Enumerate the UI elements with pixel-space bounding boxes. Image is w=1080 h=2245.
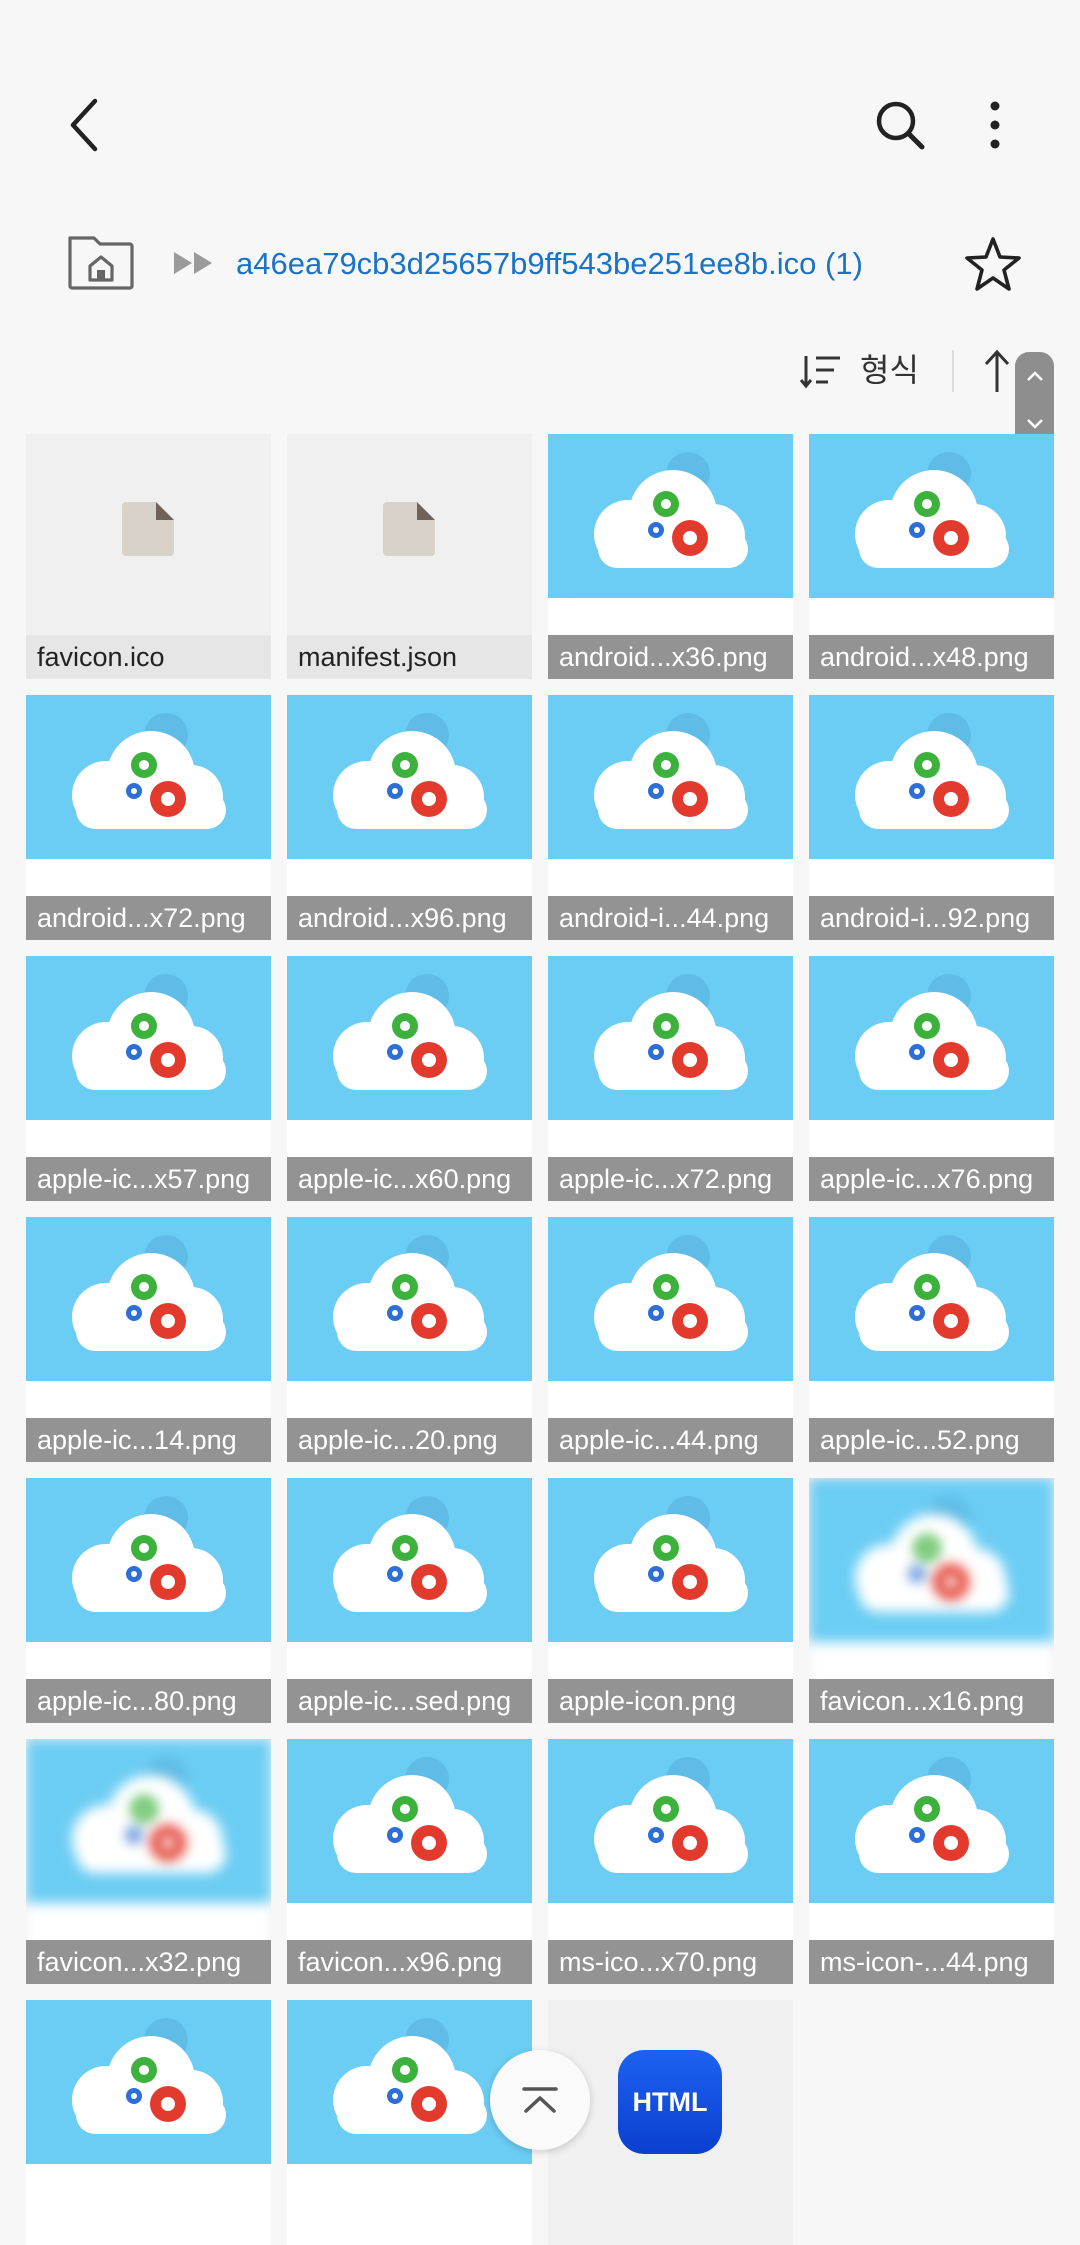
back-arrow-icon bbox=[70, 98, 98, 152]
file-name: apple-ic...52.png bbox=[809, 1418, 1054, 1462]
file-name: apple-ic...x72.png bbox=[548, 1157, 793, 1201]
file-name: apple-ic...44.png bbox=[548, 1418, 793, 1462]
file-grid: favicon.ico manifest.json android...x36.pn… bbox=[26, 434, 1056, 2245]
file-name: favicon...x16.png bbox=[809, 1679, 1054, 1723]
sort-button[interactable] bbox=[799, 352, 842, 390]
file-tile[interactable]: favicon...x32.png bbox=[26, 1739, 271, 1984]
file-icon bbox=[383, 502, 435, 556]
file-name: favicon...x32.png bbox=[26, 1940, 271, 1984]
file-name: apple-ic...80.png bbox=[26, 1679, 271, 1723]
file-name: favicon...x96.png bbox=[287, 1940, 532, 1984]
current-path[interactable]: a46ea79cb3d25657b9ff543be251ee8b.ico (1) bbox=[236, 242, 936, 286]
more-options-button[interactable] bbox=[960, 90, 1030, 160]
file-name: apple-ic...14.png bbox=[26, 1418, 271, 1462]
favorite-button[interactable] bbox=[962, 234, 1024, 296]
home-button[interactable] bbox=[66, 232, 136, 292]
file-tile[interactable]: android...x36.png bbox=[548, 434, 793, 679]
file-tile[interactable] bbox=[26, 2000, 271, 2245]
divider bbox=[952, 350, 954, 392]
file-tile[interactable]: apple-ic...x60.png bbox=[287, 956, 532, 1201]
file-name: android...x72.png bbox=[26, 896, 271, 940]
file-tile[interactable]: apple-ic...52.png bbox=[809, 1217, 1054, 1462]
file-tile[interactable]: android-i...92.png bbox=[809, 695, 1054, 940]
arrow-up-icon bbox=[984, 349, 1010, 392]
scroll-to-top-icon bbox=[522, 2087, 558, 2113]
chevron-down-icon bbox=[1026, 419, 1043, 429]
file-tile[interactable]: apple-ic...x76.png bbox=[809, 956, 1054, 1201]
file-name: manifest.json bbox=[287, 635, 532, 679]
file-tile[interactable]: apple-ic...x72.png bbox=[548, 956, 793, 1201]
file-tile[interactable]: apple-ic...80.png bbox=[26, 1478, 271, 1723]
file-name: android-i...44.png bbox=[548, 896, 793, 940]
file-name: android...x96.png bbox=[287, 896, 532, 940]
file-tile[interactable]: favicon...x96.png bbox=[287, 1739, 532, 1984]
file-name: ms-icon-...44.png bbox=[809, 1940, 1054, 1984]
file-name: apple-ic...20.png bbox=[287, 1418, 532, 1462]
search-button[interactable] bbox=[860, 90, 940, 160]
file-tile[interactable]: ms-icon-...44.png bbox=[809, 1739, 1054, 1984]
scroll-to-top-button[interactable] bbox=[490, 2050, 590, 2150]
file-tile[interactable]: apple-ic...14.png bbox=[26, 1217, 271, 1462]
double-chevron-right-icon bbox=[174, 252, 212, 274]
file-name: favicon.ico bbox=[26, 635, 271, 679]
file-tile[interactable]: favicon...x16.png bbox=[809, 1478, 1054, 1723]
file-tile[interactable]: android...x96.png bbox=[287, 695, 532, 940]
file-icon bbox=[122, 502, 174, 556]
app-bar bbox=[0, 0, 1080, 200]
sort-direction-button[interactable] bbox=[982, 348, 1012, 394]
file-name: apple-icon.png bbox=[548, 1679, 793, 1723]
file-name: ms-ico...x70.png bbox=[548, 1940, 793, 1984]
html-file-badge[interactable]: HTML bbox=[618, 2050, 722, 2154]
file-tile[interactable]: android...x72.png bbox=[26, 695, 271, 940]
path-bar: a46ea79cb3d25657b9ff543be251ee8b.ico (1) bbox=[0, 220, 1080, 310]
file-tile[interactable]: apple-ic...44.png bbox=[548, 1217, 793, 1462]
path-separator bbox=[172, 248, 216, 278]
sort-bar: 형식 bbox=[0, 340, 1080, 402]
back-button[interactable] bbox=[50, 90, 120, 160]
image-thumbnail bbox=[26, 2000, 271, 2245]
file-name: apple-ic...x60.png bbox=[287, 1157, 532, 1201]
file-tile[interactable]: android-i...44.png bbox=[548, 695, 793, 940]
chevron-up-icon bbox=[1026, 371, 1043, 381]
file-tile[interactable]: favicon.ico bbox=[26, 434, 271, 679]
search-icon bbox=[876, 101, 925, 150]
file-tile[interactable]: android...x48.png bbox=[809, 434, 1054, 679]
file-tile[interactable]: apple-ic...20.png bbox=[287, 1217, 532, 1462]
file-name: android-i...92.png bbox=[809, 896, 1054, 940]
home-folder-icon bbox=[68, 236, 134, 290]
file-tile[interactable]: apple-ic...x57.png bbox=[26, 956, 271, 1201]
file-tile[interactable]: apple-ic...sed.png bbox=[287, 1478, 532, 1723]
sort-lines-icon bbox=[799, 356, 840, 389]
file-tile[interactable]: manifest.json bbox=[287, 434, 532, 679]
file-name: apple-ic...sed.png bbox=[287, 1679, 532, 1723]
sort-type-label[interactable]: 형식 bbox=[860, 350, 919, 390]
file-tile[interactable]: ms-ico...x70.png bbox=[548, 1739, 793, 1984]
file-name: android...x36.png bbox=[548, 635, 793, 679]
file-name: apple-ic...x57.png bbox=[26, 1157, 271, 1201]
star-outline-icon bbox=[965, 237, 1021, 291]
more-vertical-icon bbox=[990, 101, 1000, 149]
file-tile[interactable]: apple-icon.png bbox=[548, 1478, 793, 1723]
file-name: android...x48.png bbox=[809, 635, 1054, 679]
file-name: apple-ic...x76.png bbox=[809, 1157, 1054, 1201]
